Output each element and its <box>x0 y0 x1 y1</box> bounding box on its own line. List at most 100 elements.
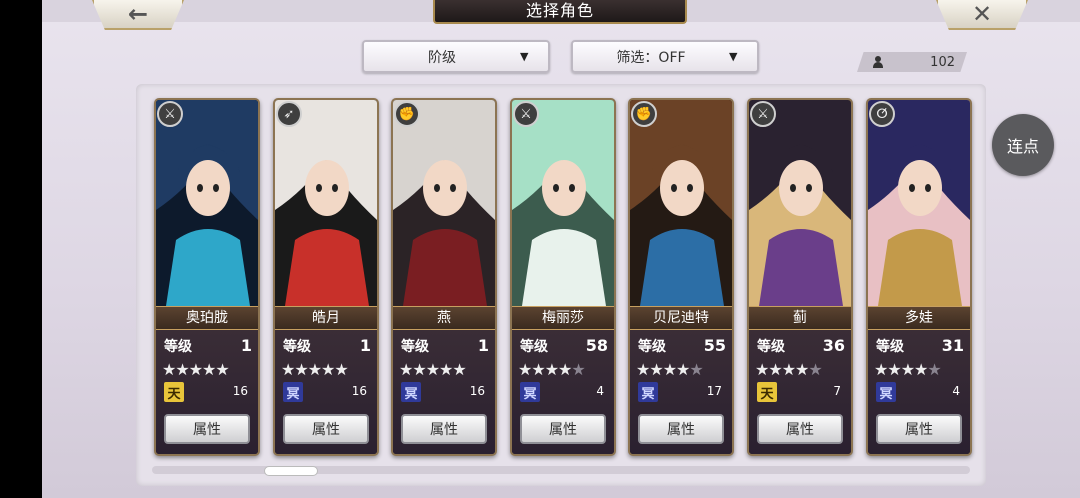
sort-label: 阶级 <box>428 49 456 66</box>
star-icon: ★ <box>334 360 348 379</box>
star-icon: ★ <box>887 360 901 379</box>
page-title: 选择角色 <box>433 0 687 24</box>
rank-value: 16 <box>232 384 248 398</box>
chevron-down-icon: ▼ <box>520 50 529 63</box>
character-info: 等级 31 ★★★★★ 冥 4 属性 <box>868 330 970 454</box>
character-name: 梅丽莎 <box>512 306 614 330</box>
star-icon: ★ <box>202 360 216 379</box>
star-icon: ★ <box>307 360 322 379</box>
back-button[interactable]: ← <box>92 0 184 30</box>
character-info: 等级 1 ★★★★★ 冥 16 属性 <box>275 330 377 454</box>
character-info: 等级 1 ★★★★★ 天 16 属性 <box>156 330 258 454</box>
level-label: 等级 <box>757 339 785 355</box>
level-row: 等级 36 <box>757 336 845 356</box>
star-icon: ★ <box>914 360 928 379</box>
star-rating: ★★★★★ <box>518 360 610 379</box>
character-info: 等级 1 ★★★★★ 冥 16 属性 <box>393 330 495 454</box>
star-rating: ★★★★★ <box>281 360 373 379</box>
attribute-button[interactable]: 属性 <box>876 414 962 444</box>
star-icon: ★ <box>558 360 572 379</box>
bow-icon: ➶ <box>276 101 302 127</box>
rank-badge: 冥 <box>401 382 421 402</box>
rank-value: 16 <box>351 384 367 398</box>
level-row: 等级 1 <box>283 336 371 356</box>
rank-value: 17 <box>706 384 722 398</box>
character-info: 等级 55 ★★★★★ 冥 17 属性 <box>630 330 732 454</box>
star-icon: ★ <box>689 360 703 379</box>
filter-dropdown[interactable]: 筛选：OFF ▼ <box>571 40 759 73</box>
star-icon: ★ <box>808 360 822 379</box>
character-card[interactable]: ✊ 贝尼迪特 等级 55 ★★★★★ 冥 17 属性 <box>628 98 734 456</box>
fist-icon: ✊ <box>394 101 420 127</box>
attribute-button[interactable]: 属性 <box>283 414 369 444</box>
star-icon: ★ <box>399 360 413 379</box>
star-rating: ★★★★★ <box>636 360 728 379</box>
character-card[interactable]: ✊ 燕等级 1 ★★★★★ 冥 16 属性 <box>391 98 497 456</box>
rank-badge: 天 <box>757 382 777 402</box>
character-card[interactable]: ⚔ 梅丽莎 等级 58 ★★★★★ 冥 4 属性 <box>510 98 616 456</box>
attribute-button[interactable]: 属性 <box>520 414 606 444</box>
sword-icon: ⚔ <box>750 101 776 127</box>
star-icon: ★ <box>755 360 769 379</box>
star-icon: ★ <box>676 360 690 379</box>
character-card[interactable]: ⚔ 奥珀胧 等级 1 ★★★★★ 天 16 属性 <box>154 98 260 456</box>
character-info: 等级 58 ★★★★★ 冥 4 属性 <box>512 330 614 454</box>
roster-count: 102 <box>857 52 967 72</box>
rank-badge: 冥 <box>638 382 658 402</box>
character-card[interactable]: ⚔ 蓟等级 36 ★★★★★ 天 7 属性 <box>747 98 853 456</box>
rank-badge: 冥 <box>283 382 303 402</box>
sword-icon: ⚔ <box>157 101 183 127</box>
rank-badge: 冥 <box>520 382 540 402</box>
star-rating: ★★★★★ <box>755 360 847 379</box>
scrollbar-thumb[interactable] <box>264 466 318 476</box>
star-icon: ★ <box>294 360 308 379</box>
star-rating: ★★★★★ <box>399 360 491 379</box>
rank-value: 4 <box>596 384 604 398</box>
star-icon: ★ <box>927 360 941 379</box>
level-value: 55 <box>703 336 726 355</box>
rank-value: 16 <box>469 384 485 398</box>
level-value: 31 <box>941 336 964 355</box>
character-card[interactable]: ➶ 皓月 等级 1 ★★★★★ 冥 16 属性 <box>273 98 379 456</box>
character-portrait <box>156 100 258 306</box>
level-label: 等级 <box>876 339 904 355</box>
star-icon: ★ <box>175 360 189 379</box>
character-card[interactable]: ⵚ 多娃 等级 31 ★★★★★ 冥 4 属性 <box>866 98 972 456</box>
level-label: 等级 <box>164 339 192 355</box>
star-icon: ★ <box>281 360 295 379</box>
star-icon: ★ <box>425 360 440 379</box>
level-label: 等级 <box>520 339 548 355</box>
level-value: 1 <box>359 336 371 355</box>
multi-tap-button[interactable]: 连点 <box>992 114 1054 176</box>
character-portrait <box>630 100 732 306</box>
sort-dropdown[interactable]: 阶级 ▼ <box>362 40 550 73</box>
star-icon: ★ <box>162 360 176 379</box>
star-icon: ★ <box>321 360 335 379</box>
attribute-button[interactable]: 属性 <box>164 414 250 444</box>
character-portrait <box>275 100 377 306</box>
close-button[interactable]: ✕ <box>936 0 1028 30</box>
star-icon: ★ <box>439 360 453 379</box>
character-name: 皓月 <box>275 306 377 330</box>
star-icon: ★ <box>781 360 796 379</box>
character-portrait <box>393 100 495 306</box>
back-arrow-icon: ← <box>127 0 149 28</box>
roster-count-value: 102 <box>930 54 955 70</box>
sword-icon: ⚔ <box>513 101 539 127</box>
fist-icon: ✊ <box>631 101 657 127</box>
attribute-button[interactable]: 属性 <box>638 414 724 444</box>
star-icon: ★ <box>215 360 229 379</box>
attribute-button[interactable]: 属性 <box>401 414 487 444</box>
character-portrait <box>868 100 970 306</box>
star-rating: ★★★★★ <box>874 360 966 379</box>
character-name: 多娃 <box>868 306 970 330</box>
star-icon: ★ <box>412 360 426 379</box>
star-icon: ★ <box>188 360 203 379</box>
character-name: 奥珀胧 <box>156 306 258 330</box>
star-icon: ★ <box>518 360 532 379</box>
level-value: 36 <box>822 336 845 355</box>
level-row: 等级 1 <box>164 336 252 356</box>
attribute-button[interactable]: 属性 <box>757 414 843 444</box>
star-icon: ★ <box>452 360 466 379</box>
level-value: 58 <box>585 336 608 355</box>
